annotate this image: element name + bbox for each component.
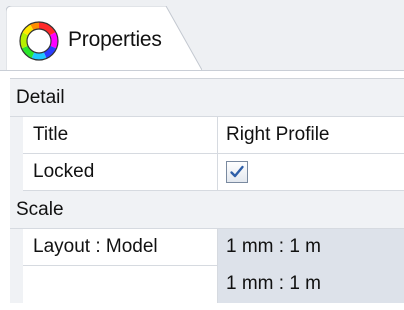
property-row-layout-model: Layout : Model 1 mm : 1 m [10, 229, 404, 266]
property-label-title: Title [23, 117, 218, 154]
row-gutter [10, 229, 23, 266]
tab-bar: Properties [0, 0, 404, 71]
tab-label: Properties [68, 28, 162, 51]
property-label-locked: Locked [23, 154, 218, 191]
locked-checkbox[interactable] [226, 161, 248, 183]
section-header-scale[interactable]: Scale [10, 191, 404, 229]
property-value-locked [218, 154, 404, 191]
color-wheel-icon [18, 20, 60, 62]
row-gutter [10, 266, 23, 303]
property-row-locked: Locked [10, 154, 404, 191]
checkmark-icon [230, 165, 244, 178]
row-gutter [10, 154, 23, 191]
property-label-empty [23, 266, 218, 303]
property-value-title[interactable]: Right Profile [218, 117, 404, 154]
tab-properties[interactable]: Properties [6, 6, 202, 71]
property-row-title: Title Right Profile [10, 117, 404, 154]
property-grid: Detail Title Right Profile Locked Scale … [10, 78, 404, 303]
property-label-layout-model: Layout : Model [23, 229, 218, 266]
section-header-detail[interactable]: Detail [10, 79, 404, 117]
property-row-model-scale: 1 mm : 1 m [10, 266, 404, 303]
property-value-model-scale[interactable]: 1 mm : 1 m [218, 266, 404, 303]
row-gutter [10, 117, 23, 154]
property-value-layout-scale[interactable]: 1 mm : 1 m [218, 229, 404, 266]
